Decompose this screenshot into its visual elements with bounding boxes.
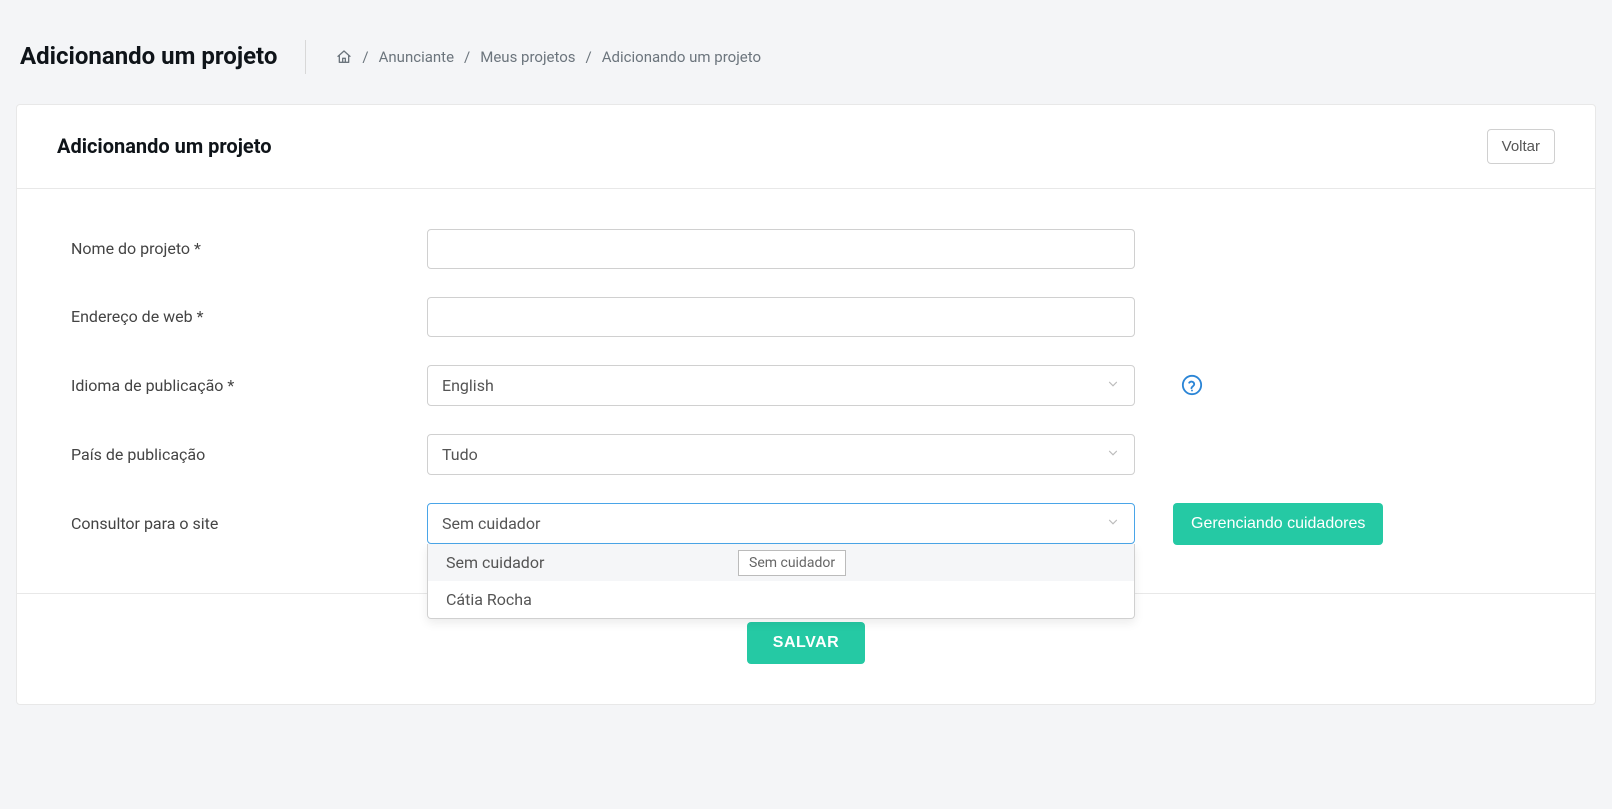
dropdown-panel: Sem cuidador Sem cuidador Cátia Rocha xyxy=(427,544,1135,619)
help-icon[interactable] xyxy=(1181,374,1203,396)
dropdown-item-label: Sem cuidador xyxy=(446,553,544,572)
row-web-address: Endereço de web * xyxy=(57,297,1555,337)
dropdown-item-catia-rocha[interactable]: Cátia Rocha xyxy=(428,581,1134,618)
content-card: Adicionando um projeto Voltar Nome do pr… xyxy=(16,104,1596,705)
chevron-down-icon xyxy=(1106,376,1120,395)
label-project-name: Nome do projeto * xyxy=(57,239,427,258)
chevron-down-icon xyxy=(1106,445,1120,464)
select-value: Tudo xyxy=(442,445,478,464)
row-publication-language: Idioma de publicação * English xyxy=(57,365,1555,406)
card-title: Adicionando um projeto xyxy=(57,134,272,158)
save-button[interactable]: SALVAR xyxy=(747,622,865,664)
card-header: Adicionando um projeto Voltar xyxy=(17,105,1595,189)
back-button[interactable]: Voltar xyxy=(1487,129,1555,164)
label-web-address: Endereço de web * xyxy=(57,307,427,326)
manage-caregivers-button[interactable]: Gerenciando cuidadores xyxy=(1173,503,1383,545)
publication-language-select[interactable]: English xyxy=(427,365,1135,406)
breadcrumb-separator: / xyxy=(586,48,592,66)
dropdown-item-sem-cuidador[interactable]: Sem cuidador Sem cuidador xyxy=(428,544,1134,581)
row-publication-country: País de publicação Tudo xyxy=(57,434,1555,475)
breadcrumb: / Anunciante / Meus projetos / Adicionan… xyxy=(336,48,761,66)
breadcrumb-separator: / xyxy=(362,48,368,66)
form-body: Nome do projeto * Endereço de web * Idio… xyxy=(17,189,1595,593)
publication-country-select[interactable]: Tudo xyxy=(427,434,1135,475)
breadcrumb-meus-projetos[interactable]: Meus projetos xyxy=(480,48,575,66)
web-address-input[interactable] xyxy=(427,297,1135,337)
chevron-down-icon xyxy=(1106,514,1120,533)
project-name-input[interactable] xyxy=(427,229,1135,269)
select-value: English xyxy=(442,376,494,395)
dropdown-item-label: Cátia Rocha xyxy=(446,590,532,609)
breadcrumb-anunciante[interactable]: Anunciante xyxy=(379,48,454,66)
label-site-consultant: Consultor para o site xyxy=(57,514,427,533)
breadcrumb-separator: / xyxy=(464,48,470,66)
breadcrumb-current: Adicionando um projeto xyxy=(602,48,761,66)
page-header: Adicionando um projeto / Anunciante / Me… xyxy=(0,0,1612,104)
row-site-consultant: Consultor para o site Sem cuidador Sem c… xyxy=(57,503,1555,545)
tooltip: Sem cuidador xyxy=(738,550,846,576)
label-publication-country: País de publicação xyxy=(57,445,427,464)
label-publication-language: Idioma de publicação * xyxy=(57,376,427,395)
select-value: Sem cuidador xyxy=(442,514,540,533)
site-consultant-select[interactable]: Sem cuidador xyxy=(427,503,1135,544)
home-icon[interactable] xyxy=(336,49,352,65)
row-project-name: Nome do projeto * xyxy=(57,229,1555,269)
page-title: Adicionando um projeto xyxy=(20,40,306,74)
